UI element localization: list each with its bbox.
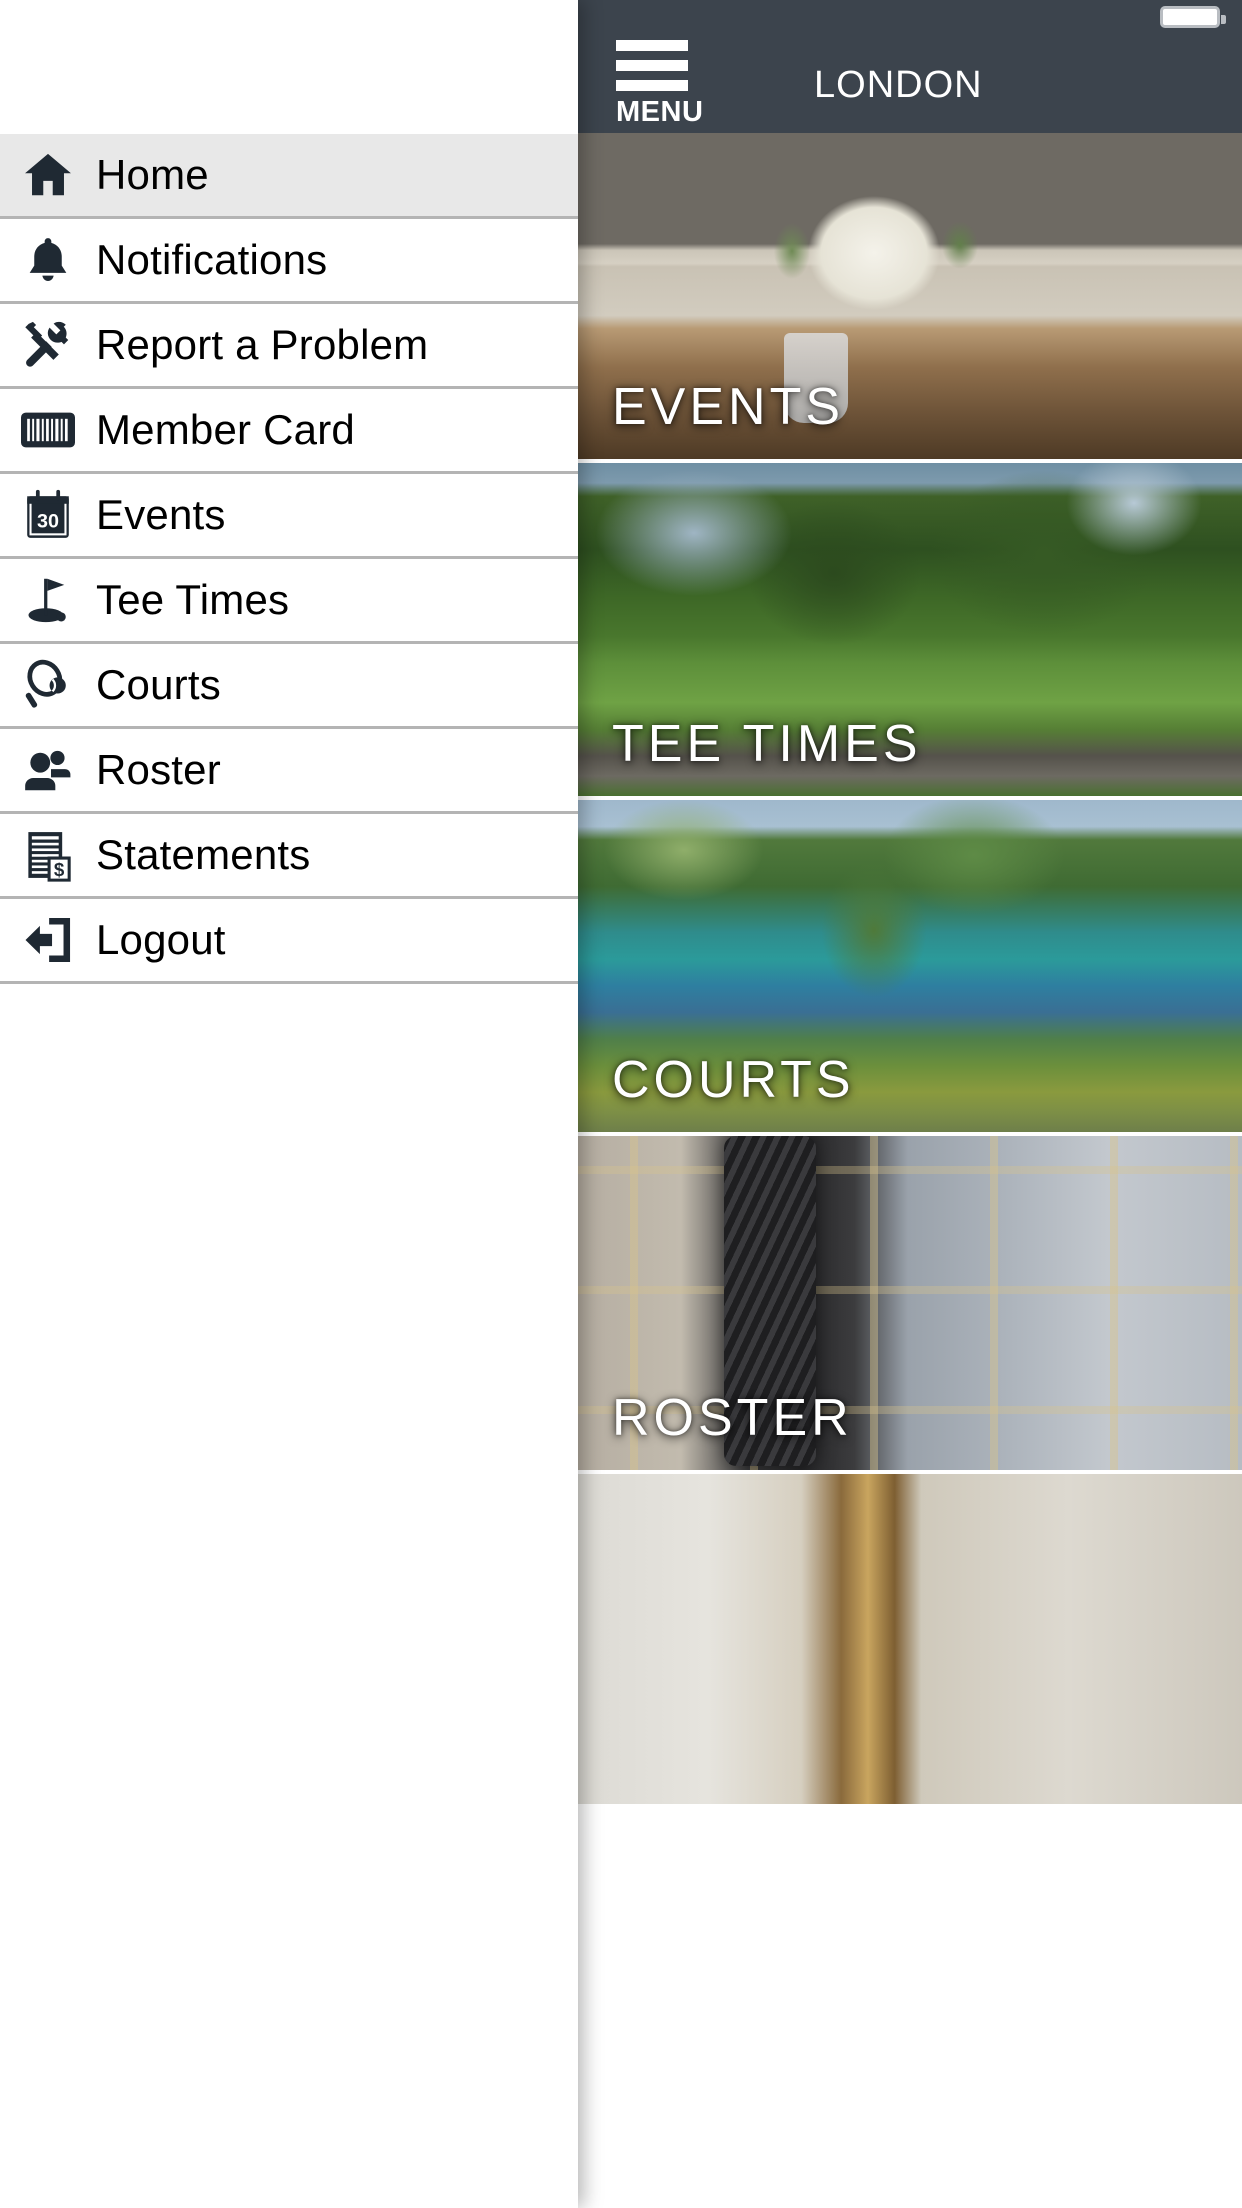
tile-partial[interactable] [574,1474,1242,1804]
home-icon [0,148,96,202]
tools-icon [0,318,96,372]
tile-label: EVENTS [612,378,845,436]
sidebar-item-tee-times[interactable]: Tee Times [0,559,578,644]
sidebar-item-notifications[interactable]: Notifications [0,219,578,304]
sidebar-item-logout[interactable]: Logout [0,899,578,984]
sidebar-item-label: Notifications [96,236,328,283]
tile-roster[interactable]: ROSTER [574,1136,1242,1474]
partial-photo [574,1474,1242,1804]
app-header: MENU LONDON [574,32,1242,133]
invoice-icon: $ [0,828,96,882]
tile-tee-times[interactable]: TEE TIMES [574,463,1242,800]
sidebar-item-label: Courts [96,661,221,708]
hamburger-menu-icon [616,40,688,51]
people-icon [0,746,96,794]
sidebar-item-label: Member Card [96,406,355,453]
calendar-icon: 30 [0,489,96,541]
sidebar-item-label: Roster [96,746,221,793]
sidebar-item-member-card[interactable]: Member Card [0,389,578,474]
status-bar [574,0,1242,32]
sidebar-item-courts[interactable]: Courts [0,644,578,729]
bell-icon [0,233,96,287]
sidebar-item-home[interactable]: Home [0,134,578,219]
tile-courts[interactable]: COURTS [574,800,1242,1136]
exit-icon [0,915,96,965]
sidebar-item-label: Home [96,151,209,198]
sidebar-item-report-a-problem[interactable]: Report a Problem [0,304,578,389]
tennis-racket-icon [0,658,96,712]
svg-text:30: 30 [37,511,59,533]
battery-full-icon [1160,6,1226,28]
tile-events[interactable]: EVENTS [574,133,1242,463]
sidebar-item-label: Logout [96,916,226,963]
sidebar-item-label: Events [96,491,226,538]
drawer-top-spacer [0,0,578,134]
golf-flag-icon [0,574,96,626]
hamburger-menu-button[interactable]: MENU [616,40,704,128]
tile-label: COURTS [612,1051,855,1109]
sidebar-item-label: Statements [96,831,311,878]
svg-text:$: $ [54,859,65,880]
sidebar-item-roster[interactable]: Roster [0,729,578,814]
sidebar-item-label: Report a Problem [96,321,429,368]
barcode-icon [0,410,96,450]
navigation-drawer: Home Notifications Report a Problem Memb… [0,0,578,2208]
sidebar-item-label: Tee Times [96,576,290,623]
app-content: MENU LONDON EVENTS TEE TIMES COURTS ROST… [574,0,1242,2208]
hamburger-menu-icon [616,60,688,71]
sidebar-item-events[interactable]: 30 Events [0,474,578,559]
sidebar-item-statements[interactable]: $ Statements [0,814,578,899]
tile-label: ROSTER [612,1389,853,1447]
menu-label: MENU [616,96,704,128]
page-title: LONDON [814,64,983,106]
tile-label: TEE TIMES [612,715,922,773]
hamburger-menu-icon [616,80,688,91]
